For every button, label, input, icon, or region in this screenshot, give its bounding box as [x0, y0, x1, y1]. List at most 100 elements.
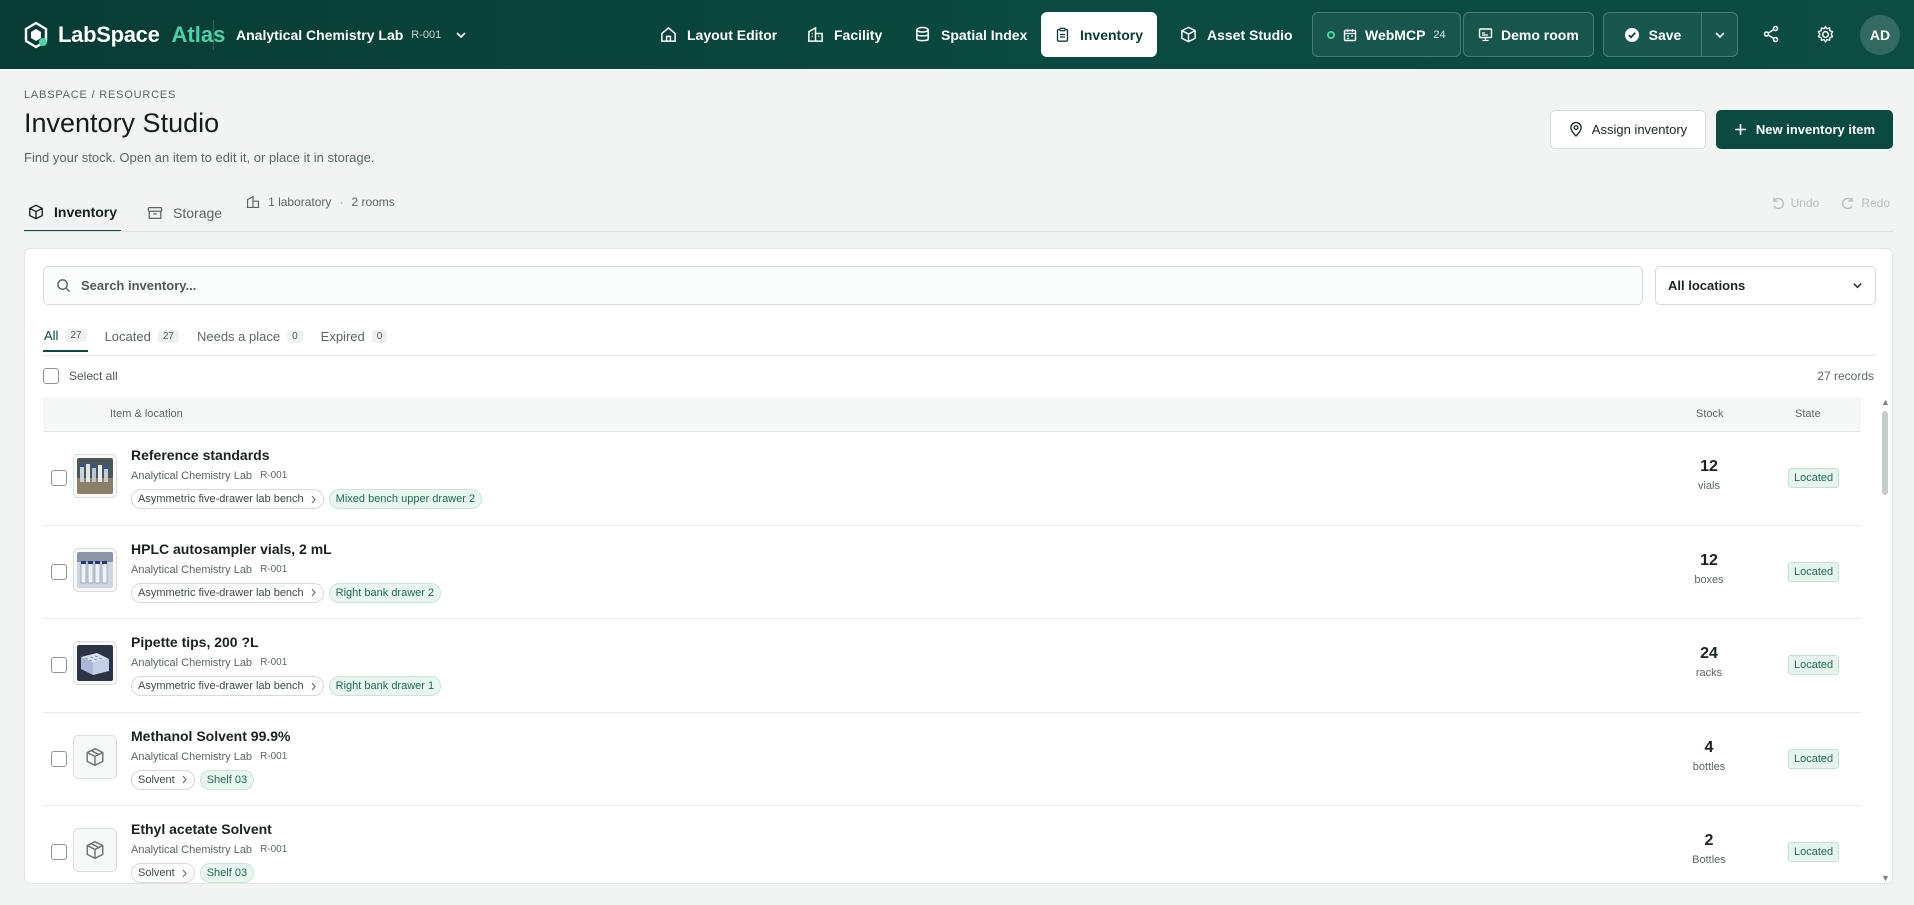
stock-quantity: 4	[1704, 738, 1714, 756]
chip-label: Solvent	[138, 773, 175, 786]
undo-button[interactable]: Undo	[1771, 196, 1819, 210]
room-code: R-001	[260, 750, 288, 762]
brand[interactable]: LabSpace Atlas	[22, 18, 225, 52]
status-filter-tabs: All 27 Located 27 Needs a place 0 Expire…	[43, 320, 388, 352]
row-checkbox[interactable]	[51, 750, 67, 767]
item-name[interactable]: Reference standards	[131, 447, 270, 463]
brand-suffix: Atlas	[171, 22, 226, 47]
nav-asset-studio[interactable]: Asset Studio	[1166, 12, 1307, 57]
row-checkbox[interactable]	[51, 844, 67, 860]
location-chip-parent[interactable]: Asymmetric five-drawer lab bench	[131, 489, 324, 509]
row-checkbox[interactable]	[51, 470, 67, 486]
view-tabs: Inventory Storage 1 laboratory · 2 rooms	[24, 186, 395, 232]
filter-all[interactable]: All 27	[43, 320, 88, 352]
location-chip-place[interactable]: Shelf 03	[199, 769, 255, 790]
stock-quantity: 2	[1704, 832, 1714, 849]
filter-located[interactable]: Located 27	[104, 320, 180, 352]
new-inventory-item-button[interactable]: New inventory item	[1716, 110, 1893, 149]
lab-name: Analytical Chemistry Lab	[131, 563, 253, 576]
lab-switcher[interactable]: Analytical Chemistry Lab R-001	[236, 20, 467, 50]
assign-inventory-button[interactable]: Assign inventory	[1550, 110, 1706, 149]
location-chip-place[interactable]: Mixed bench upper drawer 2	[328, 489, 483, 509]
stock-quantity: 24	[1700, 645, 1718, 662]
nav-layout-editor[interactable]: Layout Editor	[646, 12, 791, 57]
room-code: R-001	[260, 470, 288, 481]
cube-icon	[86, 840, 104, 860]
scroll-up-arrow-icon[interactable]: ▲	[1881, 397, 1890, 407]
row-checkbox[interactable]	[51, 563, 67, 580]
search-box	[43, 266, 1643, 305]
chip-label: Asymmetric five-drawer lab bench	[138, 586, 304, 599]
redo-button[interactable]: Redo	[1841, 196, 1890, 210]
location-chip-parent[interactable]: Solvent	[131, 863, 195, 883]
filter-count: 0	[371, 329, 388, 343]
calendar-icon	[1343, 28, 1357, 41]
table-row[interactable]: Ethyl acetate Solvent Analytical Chemist…	[43, 806, 1861, 883]
top-navigation-bar: LabSpace Atlas Analytical Chemistry Lab …	[0, 0, 1914, 69]
save-options-button[interactable]	[1701, 13, 1737, 56]
item-name[interactable]: Pipette tips, 200 ?L	[131, 634, 259, 650]
item-location: Analytical Chemistry Lab R-001	[131, 564, 287, 576]
chevron-right-icon	[311, 682, 316, 690]
list-scrollbar[interactable]: ▲ ▼	[1880, 397, 1890, 883]
avatar[interactable]: AD	[1860, 15, 1900, 55]
filter-expired[interactable]: Expired 0	[320, 320, 389, 352]
search-input[interactable]	[81, 278, 1642, 293]
database-icon	[916, 26, 929, 42]
divider	[24, 231, 1893, 232]
inventory-rows: Reference standards Analytical Chemistry…	[43, 432, 1861, 883]
row-checkbox[interactable]	[51, 657, 67, 673]
tab-inventory[interactable]: Inventory	[24, 186, 122, 232]
chip-label: Solvent	[138, 867, 175, 879]
location-path: Asymmetric five-drawer lab bench Right b…	[131, 676, 442, 696]
filter-count: 27	[65, 328, 87, 342]
location-filter-select[interactable]: All locations	[1655, 266, 1876, 305]
tab-storage[interactable]: Storage	[143, 186, 226, 232]
location-chip-place[interactable]: Right bank drawer 1	[328, 676, 442, 696]
item-name[interactable]: HPLC autosampler vials, 2 mL	[131, 541, 332, 557]
location-chip-parent[interactable]: Asymmetric five-drawer lab bench	[131, 582, 324, 603]
cube-icon	[1181, 26, 1196, 43]
table-row[interactable]: Methanol Solvent 99.9% Analytical Chemis…	[43, 713, 1861, 806]
item-location: Analytical Chemistry Lab R-001	[131, 470, 287, 482]
new-item-label: New inventory item	[1755, 122, 1876, 137]
item-photo	[77, 458, 113, 494]
nav-label: Inventory	[1079, 26, 1143, 43]
location-chip-place[interactable]: Shelf 03	[199, 863, 255, 883]
webmcp-button[interactable]: WebMCP 24	[1312, 12, 1461, 57]
gear-icon	[1817, 25, 1833, 43]
demo-room-button[interactable]: Demo room	[1463, 12, 1594, 57]
location-chip-place[interactable]: Right bank drawer 2	[328, 582, 442, 603]
item-thumbnail	[73, 454, 117, 498]
nav-spatial-index[interactable]: Spatial Index	[900, 12, 1041, 57]
settings-button[interactable]	[1813, 22, 1837, 46]
location-path: Asymmetric five-drawer lab bench Right b…	[131, 582, 442, 603]
chip-label: Asymmetric five-drawer lab bench	[138, 680, 304, 692]
scroll-down-arrow-icon[interactable]: ▼	[1881, 873, 1890, 883]
check-circle-icon	[1624, 27, 1639, 42]
status-badge: Located	[1788, 561, 1840, 582]
scrollbar-thumb[interactable]	[1882, 411, 1888, 495]
map-pin-icon	[1569, 122, 1582, 137]
share-icon	[1763, 25, 1779, 43]
select-all-checkbox[interactable]	[43, 368, 59, 384]
item-location: Analytical Chemistry Lab R-001	[131, 751, 287, 763]
table-row[interactable]: Pipette tips, 200 ?L Analytical Chemistr…	[43, 619, 1861, 713]
building-icon	[807, 26, 824, 42]
filter-needs-a-place[interactable]: Needs a place 0	[196, 320, 304, 352]
chevron-right-icon	[311, 495, 316, 503]
location-chip-parent[interactable]: Asymmetric five-drawer lab bench	[131, 676, 324, 696]
table-row[interactable]: HPLC autosampler vials, 2 mL Analytical …	[43, 526, 1861, 619]
item-name[interactable]: Ethyl acetate Solvent	[131, 821, 272, 837]
table-header: Item & location Stock State	[43, 397, 1861, 432]
nav-inventory[interactable]: Inventory	[1041, 12, 1157, 57]
table-row[interactable]: Reference standards Analytical Chemistry…	[43, 432, 1861, 526]
chevron-right-icon	[182, 869, 187, 877]
location-chip-parent[interactable]: Solvent	[131, 769, 195, 790]
save-button[interactable]: Save	[1604, 13, 1701, 56]
nav-facility[interactable]: Facility	[793, 12, 896, 57]
room-code: R-001	[260, 657, 288, 668]
item-name[interactable]: Methanol Solvent 99.9%	[131, 728, 290, 744]
share-button[interactable]	[1759, 22, 1783, 46]
location-path: Solvent Shelf 03	[131, 769, 255, 790]
